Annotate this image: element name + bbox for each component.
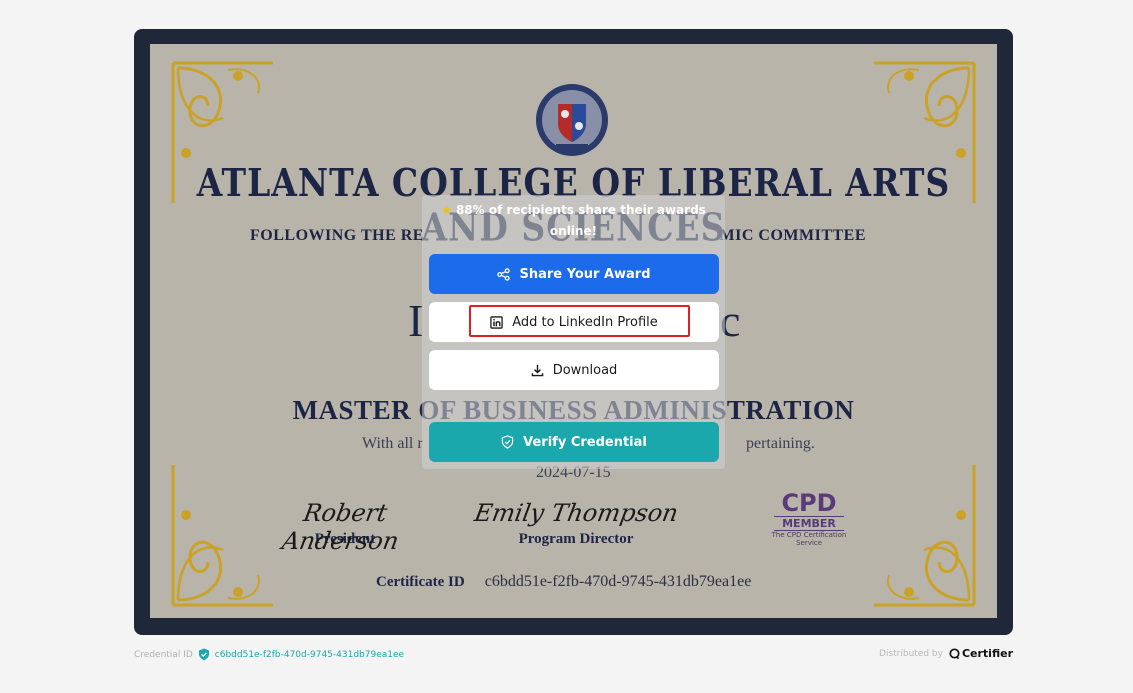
rights-text-left: With all r — [362, 435, 423, 452]
share-icon — [497, 267, 511, 281]
rights-text-right: pertaining. — [746, 435, 815, 452]
shield-check-icon — [501, 435, 514, 449]
ornament-corner-icon — [874, 465, 976, 607]
following-text-right: MIC COMMITTEE — [719, 227, 866, 244]
cpd-member-badge: CPD MEMBER The CPD Certification Service — [764, 490, 854, 558]
highlight-annotation — [469, 305, 690, 337]
download-icon — [531, 364, 543, 376]
verify-credential-button[interactable]: Verify Credential — [429, 422, 719, 462]
certifier-brand-name: Certifier — [961, 647, 1013, 660]
signature-president: Robert Anderson President — [242, 499, 448, 555]
certificate-id-row: Certificate ID c6bdd51e-f2fb-470d-9745-4… — [376, 573, 751, 591]
credential-id-value[interactable]: c6bdd51e-f2fb-470d-9745-431db79ea1ee — [215, 650, 404, 660]
college-seal-icon — [536, 84, 608, 156]
distributed-by-label: Distributed by — [879, 648, 943, 659]
certificate-id-value: c6bdd51e-f2fb-470d-9745-431db79ea1ee — [484, 573, 752, 590]
download-button[interactable]: Download — [429, 350, 719, 390]
signature-script: Robert Anderson — [279, 499, 401, 555]
star-icon: ★ — [441, 203, 452, 217]
share-award-label: Share Your Award — [519, 266, 651, 282]
certifier-logo-icon — [949, 648, 960, 659]
download-label: Download — [552, 362, 618, 378]
certificate-id-label: Certificate ID — [376, 574, 465, 590]
share-award-button[interactable]: Share Your Award — [429, 254, 719, 294]
following-text-left: FOLLOWING THE RE — [250, 227, 424, 244]
share-hint: ★ 88% of recipients share their awards on… — [422, 200, 725, 242]
cpd-member-label: MEMBER — [774, 516, 844, 531]
verified-badge-icon — [198, 648, 209, 661]
share-hint-text: 88% of recipients share their awards onl… — [455, 203, 706, 238]
cpd-mark: CPD — [781, 489, 837, 517]
certifier-brand[interactable]: Certifier — [949, 647, 1013, 660]
signature-director: Emily Thompson Program Director — [466, 499, 686, 548]
verify-credential-label: Verify Credential — [523, 434, 647, 450]
cpd-service-label: The CPD Certification Service — [771, 531, 847, 547]
credential-id-label: Credential ID — [134, 649, 193, 660]
credential-id-footer: Credential ID c6bdd51e-f2fb-470d-9745-43… — [134, 648, 404, 661]
signature-role: Program Director — [518, 531, 634, 547]
distributed-by-footer: Distributed by Certifier — [879, 647, 1013, 660]
signature-script: Emily Thompson — [472, 499, 681, 527]
